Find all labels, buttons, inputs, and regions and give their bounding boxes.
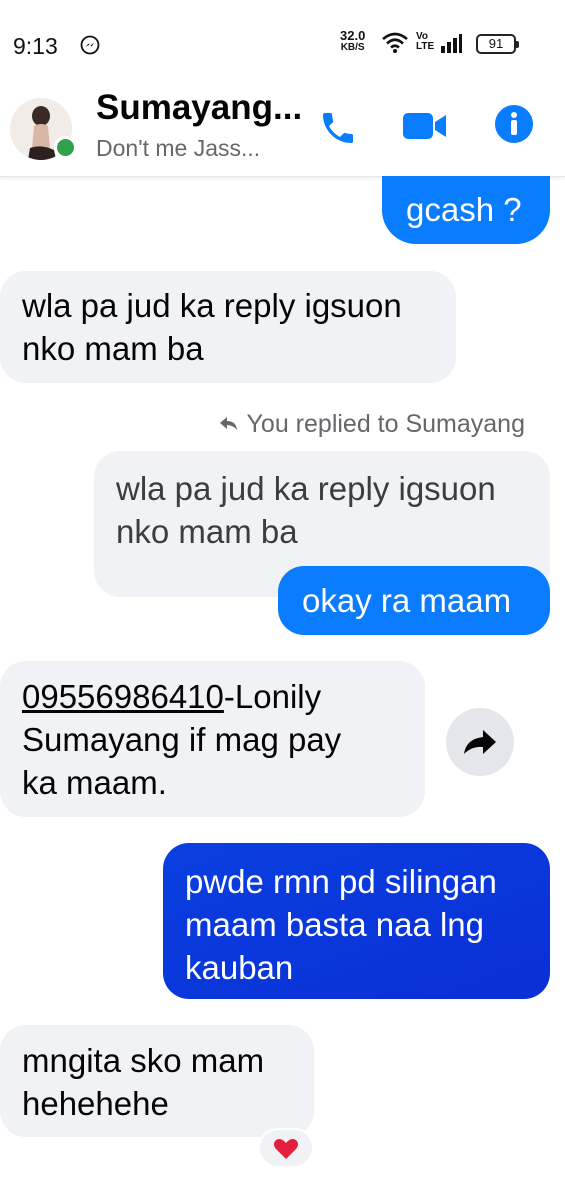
reply-label: You replied to Sumayang: [246, 410, 525, 438]
incoming-message[interactable]: mngita sko mam hehehehe: [0, 1025, 314, 1137]
signal-icon: [441, 34, 462, 53]
messenger-icon: [80, 35, 100, 55]
phone-number-link[interactable]: 09556986410: [22, 678, 224, 715]
wifi-icon: [382, 32, 408, 53]
network-speed: 32.0 KB/S: [340, 28, 366, 54]
message-text-line: 09556986410-Lonily: [22, 675, 403, 718]
message-text-line: hehehehe: [22, 1085, 169, 1122]
message-text: -Lonily: [223, 678, 322, 715]
message-text-line: maam basta naa lng: [185, 906, 485, 943]
message-text-line: Sumayang if mag pay: [22, 721, 342, 758]
network-speed-unit: KB/S: [340, 42, 365, 53]
incoming-message[interactable]: 09556986410-Lonily Sumayang if mag pay k…: [0, 661, 425, 817]
reaction-badge[interactable]: [258, 1128, 314, 1168]
outgoing-message[interactable]: pwde rmn pd silingan maam basta naa lng …: [163, 843, 550, 999]
message-text-line: ka maam.: [22, 764, 167, 801]
forward-icon: [464, 730, 496, 754]
message-text-line: mngita sko mam: [22, 1042, 265, 1079]
outgoing-message[interactable]: gcash ?: [382, 176, 550, 244]
message-text-line: wla pa jud ka reply igsuon: [22, 287, 402, 324]
reply-arrow-icon: [220, 417, 238, 430]
status-time: 9:13: [13, 33, 58, 59]
info-icon[interactable]: [494, 104, 534, 144]
reply-indicator: You replied to Sumayang: [218, 410, 525, 439]
heart-icon: [274, 1139, 298, 1159]
message-text: gcash ?: [406, 191, 522, 228]
contact-name[interactable]: Sumayang...: [96, 88, 302, 128]
message-text: okay ra maam: [302, 582, 512, 619]
status-bar: 9:13 32.0 KB/S Vo LTE 91: [0, 0, 565, 88]
message-text-line: pwde rmn pd silingan: [185, 863, 497, 900]
incoming-message[interactable]: wla pa jud ka reply igsuon nko mam ba: [0, 271, 456, 383]
message-text-line: kauban: [185, 949, 294, 986]
volte-indicator: Vo LTE: [416, 31, 435, 52]
quoted-text-line: nko mam ba: [116, 513, 298, 550]
quoted-text-line: wla pa jud ka reply igsuon: [116, 470, 496, 507]
video-call-icon[interactable]: [402, 108, 448, 144]
outgoing-message[interactable]: okay ra maam: [278, 566, 550, 635]
battery-icon: 91: [476, 34, 519, 54]
message-text-line: nko mam ba: [22, 330, 204, 367]
phone-call-icon[interactable]: [318, 108, 358, 148]
contact-status: Don't me Jass...: [96, 135, 261, 161]
forward-button[interactable]: [446, 708, 514, 776]
network-speed-value: 32.0: [340, 28, 366, 43]
chat-header: Sumayang... Don't me Jass...: [0, 88, 565, 177]
online-presence-dot: [54, 136, 77, 159]
